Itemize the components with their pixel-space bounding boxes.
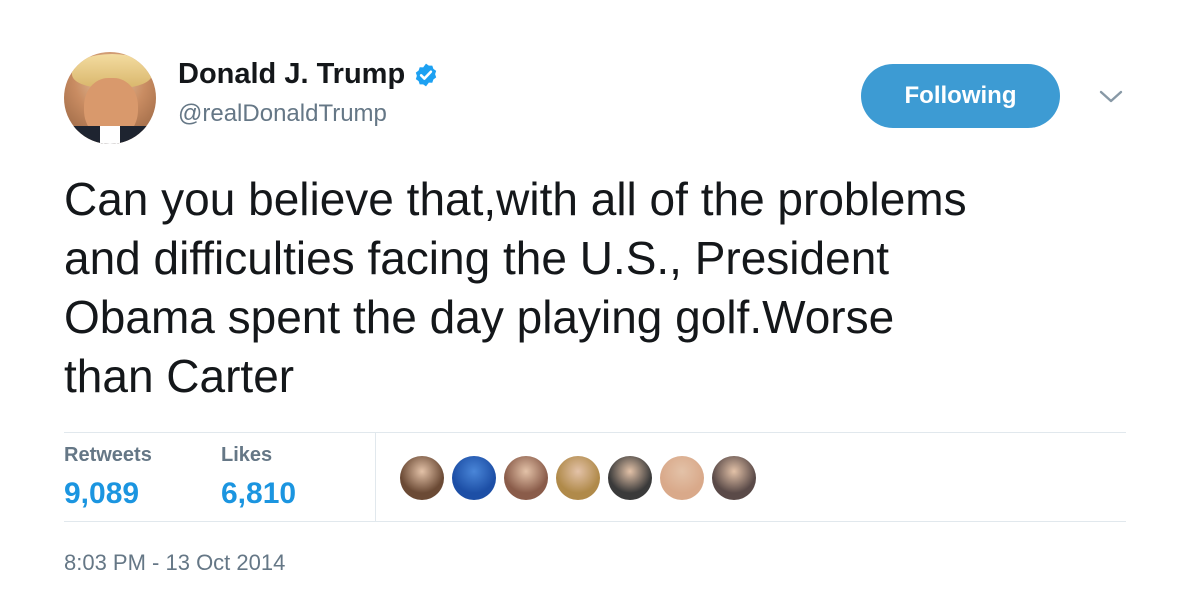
stats-vertical-divider	[375, 433, 376, 521]
avatar-blue-logo-icon[interactable]	[452, 456, 496, 500]
retweets-stat[interactable]: Retweets 9,089	[64, 444, 152, 511]
avatar-photo-lights-icon[interactable]	[556, 456, 600, 500]
tweet-timestamp[interactable]: 8:03 PM - 13 Oct 2014	[64, 550, 285, 576]
retweets-count[interactable]: 9,089	[64, 477, 152, 511]
author-handle[interactable]: @realDonaldTrump	[178, 100, 387, 128]
stats-top-divider	[64, 432, 1126, 433]
tweet-line: Obama spent the day playing golf.Worse	[64, 291, 895, 343]
avatar-photo-couple-icon[interactable]	[504, 456, 548, 500]
chevron-down-icon[interactable]	[1098, 88, 1124, 106]
tweet-line: Can you believe that,with all of the pro…	[64, 173, 967, 225]
tweet-line: and difficulties facing the U.S., Presid…	[64, 232, 890, 284]
tweet-line: than Carter	[64, 350, 295, 402]
retweets-label: Retweets	[64, 444, 152, 466]
following-button[interactable]: Following	[861, 64, 1060, 128]
author-name-row[interactable]: Donald J. Trump	[178, 58, 439, 91]
likes-label: Likes	[221, 444, 273, 466]
avatar-photo-man-dark-icon[interactable]	[608, 456, 652, 500]
liker-avatars	[400, 456, 756, 500]
tweet-text: Can you believe that,with all of the pro…	[64, 170, 1144, 406]
likes-stat[interactable]: Likes 6,810	[221, 444, 296, 511]
profile-avatar[interactable]	[64, 52, 156, 144]
avatar-photo-dark-icon[interactable]	[712, 456, 756, 500]
avatar-photo-man-icon[interactable]	[400, 456, 444, 500]
avatar-photo-woman-glasses-icon[interactable]	[660, 456, 704, 500]
likes-count[interactable]: 6,810	[221, 477, 296, 511]
stats-bottom-divider	[64, 521, 1126, 522]
author-name[interactable]: Donald J. Trump	[178, 58, 405, 91]
verified-badge-icon	[416, 63, 437, 86]
avatar-collar	[100, 126, 120, 144]
